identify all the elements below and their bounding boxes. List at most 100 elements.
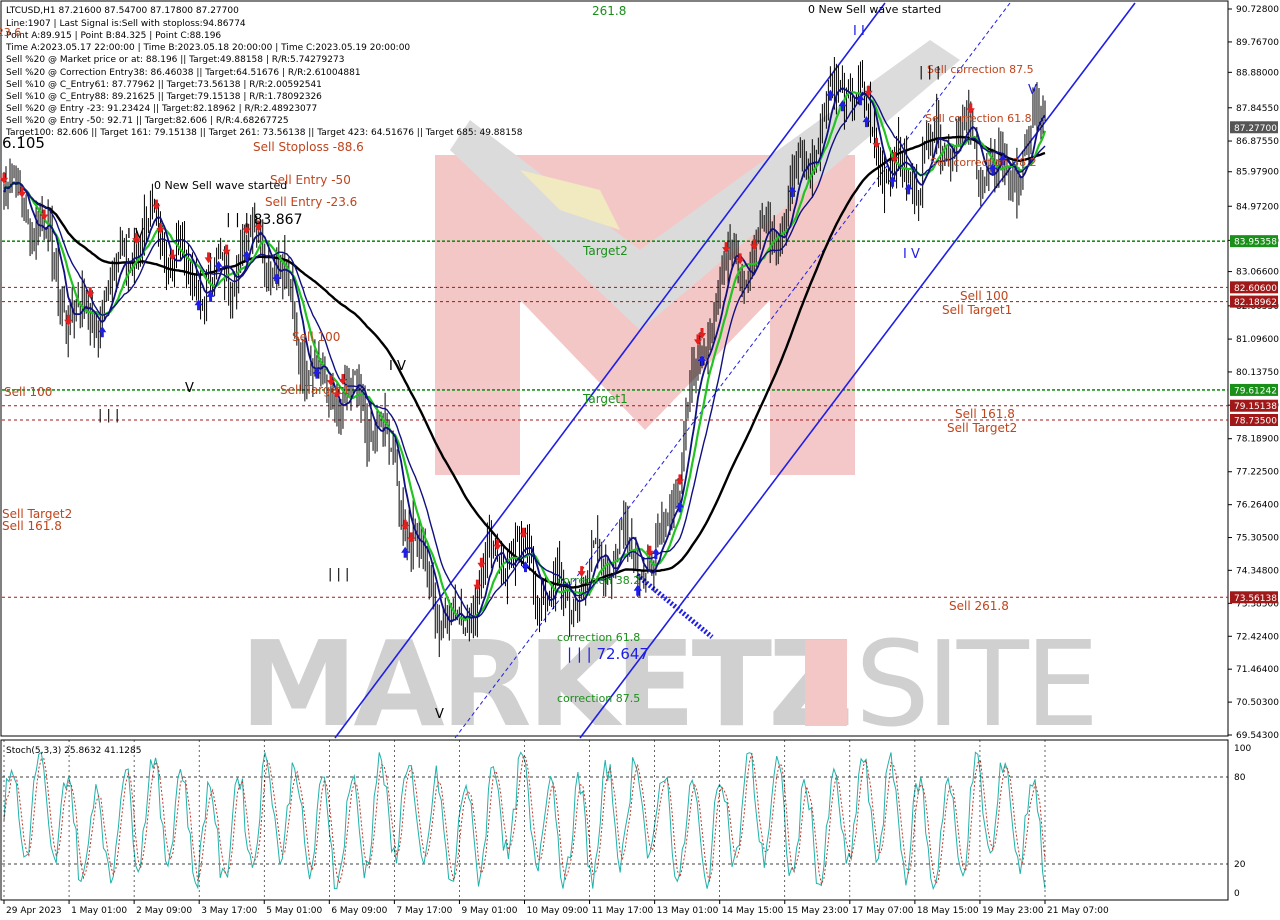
label-wave-72647: | | | 72.647 [567,645,649,663]
svg-text:SITE: SITE [855,615,1095,753]
y-tick-label: 71.46400 [1236,665,1279,675]
y-tick-label: 90.72800 [1236,5,1279,15]
price-tag-label: 82.18962 [1234,298,1277,308]
label-wave-iii-a: | | | [328,567,349,582]
label-sell-entry-50: Sell Entry -50 [270,173,351,187]
y-tick-label: 76.26400 [1236,501,1279,511]
x-tick-label: 11 May 17:00 [592,906,654,916]
x-tick-label: 14 May 15:00 [722,906,784,916]
label-wave-iii-c: | | | [919,65,940,80]
x-tick-label: 10 May 09:00 [527,906,589,916]
label-sell-100-mid: Sell 100 [292,330,340,344]
x-tick-label: 29 Apr 2023 [6,906,62,916]
stoch-tick-label: 0 [1234,889,1240,899]
label-261: 261.8 [592,4,626,18]
y-tick-label: 78.18900 [1236,435,1279,445]
stoch-tick-label: 20 [1234,860,1246,870]
label-target2: Target2 [582,244,628,258]
y-tick-label: 87.84550 [1236,104,1279,114]
price-tag-label: 73.56138 [1234,594,1277,604]
label-wave-v-b: V [435,707,444,722]
y-tick-label: 83.06600 [1236,268,1279,278]
label-sell-corr-382: Sell correction 38.2 [930,156,1037,169]
chart-background [0,0,1280,920]
label-corr-618: correction 61.8 [557,631,640,644]
label-sell-corr-618: Sell correction 61.8 [925,112,1032,125]
info-line-9: Sell %20 @ Entry -50: 92.71 || Target:82… [6,116,289,126]
label-sell-target1-right: Sell Target1 [942,303,1012,317]
x-tick-label: 9 May 01:00 [461,906,517,916]
label-sell-stoploss: Sell Stoploss -88.6 [253,140,364,154]
x-tick-label: 18 May 15:00 [917,906,979,916]
label-corr-875: correction 87.5 [557,692,640,705]
y-tick-label: 89.76700 [1236,38,1279,48]
label-new-wave-left: 0 New Sell wave started [154,179,287,192]
price-tag-label: 87.27700 [1234,124,1277,134]
label-sell-100-left: Sell 100 [4,385,52,399]
info-line-10: Target100: 82.606 || Target 161: 79.1513… [5,128,523,138]
y-tick-label: 81.09600 [1236,335,1279,345]
label-target1: Target1 [582,392,628,406]
label-entry-clip: Entry -23.6 [0,26,21,39]
y-tick-label: 74.34800 [1236,566,1279,576]
y-tick-label: 85.97900 [1236,168,1279,178]
label-sell-corr-875: Sell correction 87.5 [927,63,1034,76]
info-line-7: Sell %10 @ C_Entry88: 89.21625 || Target… [6,92,322,102]
price-tag-label: 79.15138 [1234,402,1277,412]
label-6105: 6.105 [2,134,45,152]
info-line-6: Sell %10 @ C_Entry61: 87.77962 || Target… [6,80,322,90]
y-tick-label: 80.13750 [1236,368,1279,378]
label-wave-ii: I I [853,24,865,39]
y-tick-label: 75.30500 [1236,534,1279,544]
x-tick-label: 1 May 01:00 [71,906,127,916]
price-tag-label: 78.73500 [1234,416,1277,426]
stoch-tick-label: 100 [1234,744,1251,754]
y-tick-label: 84.97200 [1236,202,1279,212]
x-tick-label: 19 May 23:00 [982,906,1044,916]
label-wave-iv-c: I V [903,247,920,262]
label-wave-iii-b: | | | [98,408,119,423]
x-tick-label: 2 May 09:00 [136,906,192,916]
x-tick-label: 13 May 01:00 [657,906,719,916]
price-tag-label: 83.95358 [1234,238,1277,248]
y-tick-label: 69.54300 [1236,731,1279,741]
label-corr-382: correction 38.2 [557,574,640,587]
label-wave-iv-a: I V [389,359,406,374]
info-line-4: Sell %20 @ Market price or at: 88.196 ||… [6,55,344,65]
y-tick-label: 88.88000 [1236,68,1279,78]
label-sell-2618: Sell 261.8 [949,599,1009,613]
info-line-5: Sell %20 @ Correction Entry38: 86.46038 … [6,68,361,78]
y-tick-label: 70.50300 [1236,698,1279,708]
info-line-3: Time A:2023.05.17 22:00:00 | Time B:2023… [5,43,410,53]
svg-text:MARKETZ: MARKETZ [240,615,850,753]
y-tick-label: 86.87550 [1236,137,1279,147]
x-tick-label: 7 May 17:00 [396,906,452,916]
x-tick-label: 6 May 09:00 [331,906,387,916]
symbol-line: LTCUSD,H1 87.21600 87.54700 87.17800 87.… [6,6,239,16]
x-tick-label: 21 May 07:00 [1047,906,1109,916]
label-wave-iv-b: I V [127,227,144,242]
label-new-wave-top: 0 New Sell wave started [808,3,941,16]
info-line-8: Sell %20 @ Entry -23: 91.23424 || Target… [6,104,317,114]
info-line-1: Line:1907 | Last Signal is:Sell with sto… [6,19,246,29]
label-wave-83867: | | | 83.867 [226,212,303,228]
label-wave-v-c: V [1028,83,1037,98]
stoch-label: Stoch(5,3,3) 25.8632 41.1285 [6,746,141,756]
x-tick-label: 5 May 01:00 [266,906,322,916]
label-wave-v-a: V [185,381,194,396]
label-sell-100-right: Sell 100 [960,289,1008,303]
y-tick-label: 72.42400 [1236,632,1279,642]
label-sell-target1-mid: Sell Target1 [280,383,350,397]
label-sell-1618-right: Sell 161.8 [955,407,1015,421]
x-tick-label: 15 May 23:00 [787,906,849,916]
x-tick-label: 3 May 17:00 [201,906,257,916]
label-sell-target2-right: Sell Target2 [947,421,1017,435]
label-sell-entry-236: Sell Entry -23.6 [265,195,357,209]
info-line-2: Point A:89.915 | Point B:84.325 | Point … [6,31,221,41]
label-sell-1618-left: Sell 161.8 [2,519,62,533]
stoch-tick-label: 80 [1234,773,1246,783]
price-tag-label: 79.61242 [1234,386,1277,396]
x-tick-label: 17 May 07:00 [852,906,914,916]
chart-canvas: MARKETZ SITE 90.72800 89.76700 88.88000 87.… [0,0,1280,920]
price-tag-label: 82.60600 [1234,284,1277,294]
